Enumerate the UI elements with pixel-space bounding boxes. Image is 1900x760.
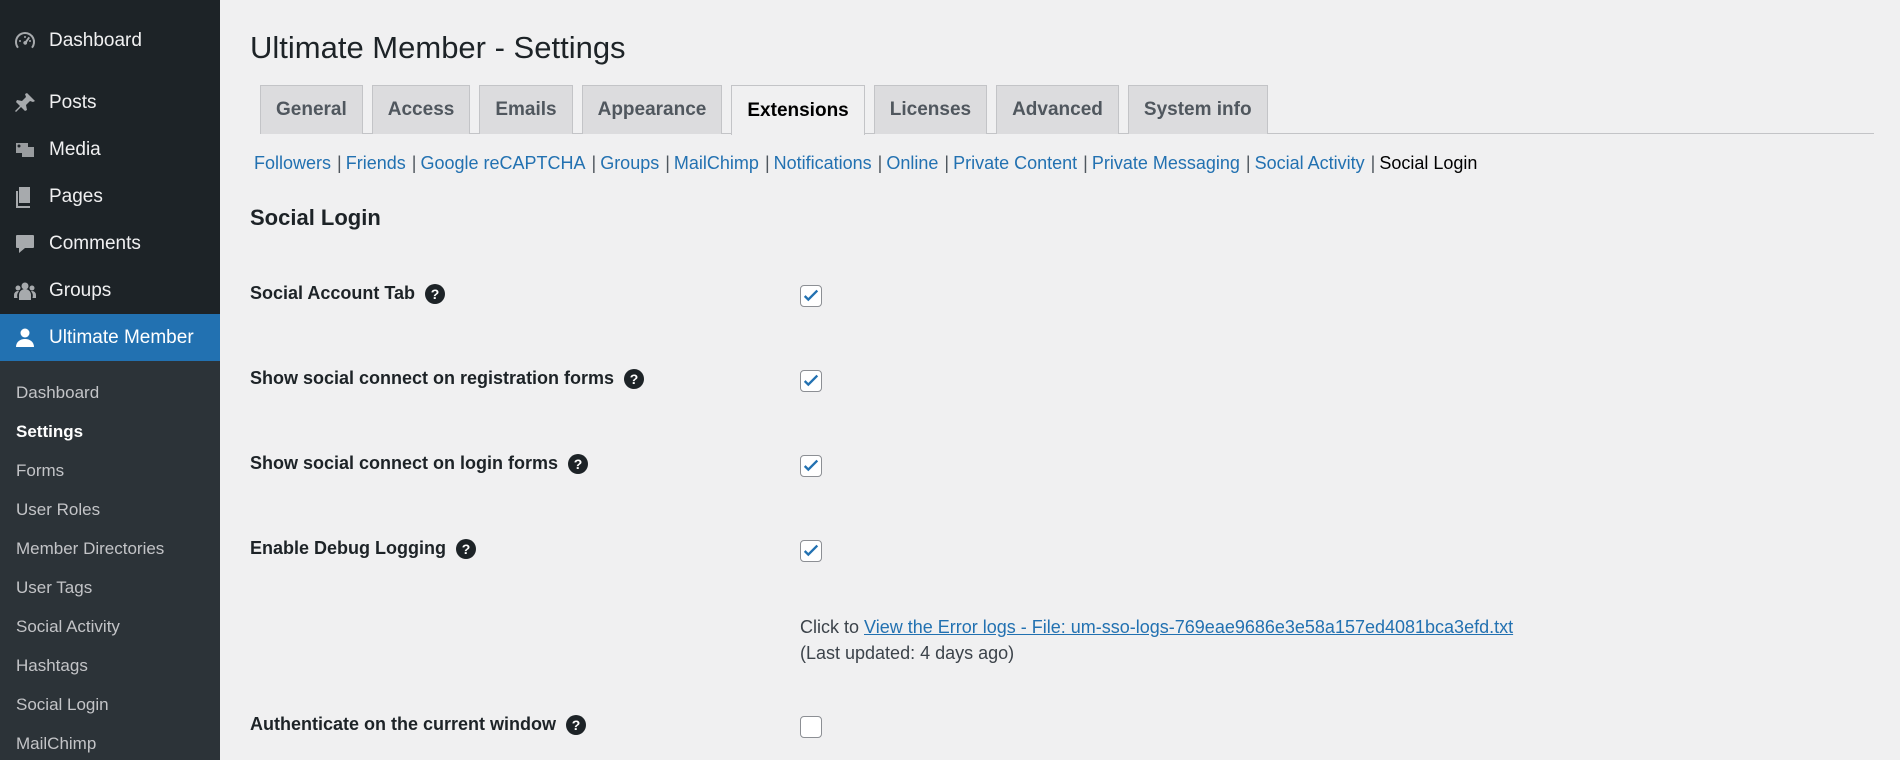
tab-extensions[interactable]: Extensions (731, 85, 865, 135)
pin-icon (12, 90, 38, 116)
menu-item-media[interactable]: Media (0, 126, 220, 173)
check-icon (803, 289, 819, 302)
login-forms-checkbox[interactable] (800, 455, 822, 477)
submenu-social-activity[interactable]: Social Activity (0, 607, 220, 646)
subnav-friends[interactable]: Friends (346, 153, 406, 174)
dashboard-icon (12, 28, 38, 54)
field-label: Show social connect on login forms ? (250, 453, 589, 474)
log-updated: (Last updated: 4 days ago) (800, 643, 1015, 663)
settings-tabs: General Access Emails Appearance Extensi… (260, 85, 1874, 135)
submenu-user-roles[interactable]: User Roles (0, 490, 220, 529)
subnav-separator: | (591, 153, 597, 173)
submenu-user-tags[interactable]: User Tags (0, 568, 220, 607)
tab-access[interactable]: Access (371, 85, 471, 134)
check-icon (803, 544, 819, 557)
submenu-member-directories[interactable]: Member Directories (0, 529, 220, 568)
submenu-forms[interactable]: Forms (0, 451, 220, 490)
social-account-tab-checkbox[interactable] (800, 285, 822, 307)
subnav-separator: | (764, 153, 770, 173)
user-icon (12, 325, 38, 351)
ultimate-member-submenu: Dashboard Settings Forms User Roles Memb… (0, 361, 220, 760)
debug-log-info: Click to View the Error logs - File: um-… (800, 614, 1513, 666)
debug-logging-checkbox[interactable] (800, 540, 822, 562)
registration-forms-checkbox[interactable] (800, 370, 822, 392)
subnav-private-content[interactable]: Private Content (953, 153, 1077, 174)
subnav-google-recaptcha[interactable]: Google reCAPTCHA (420, 153, 585, 174)
menu-label: Ultimate Member (49, 326, 194, 348)
subnav-separator: | (1370, 153, 1376, 173)
field-label: Enable Debug Logging ? (250, 538, 476, 559)
subnav-mailchimp[interactable]: MailChimp (674, 153, 759, 174)
field-label-text: Social Account Tab (250, 283, 416, 303)
menu-item-posts[interactable]: Posts (0, 79, 220, 126)
subnav-groups[interactable]: Groups (600, 153, 659, 174)
subnav-followers[interactable]: Followers (254, 153, 331, 174)
subnav-separator: | (411, 153, 417, 173)
subnav-social-activity[interactable]: Social Activity (1255, 153, 1365, 174)
admin-sidebar: Dashboard Posts Media Pages Comments Gro… (0, 0, 220, 760)
subnav-notifications[interactable]: Notifications (774, 153, 872, 174)
menu-item-pages[interactable]: Pages (0, 173, 220, 220)
field-label-text: Show social connect on registration form… (250, 368, 615, 388)
subnav-separator: | (877, 153, 883, 173)
field-label: Show social connect on registration form… (250, 368, 645, 389)
page-title: Ultimate Member - Settings (250, 30, 626, 65)
groups-icon (12, 278, 38, 304)
menu-label: Comments (49, 232, 141, 254)
submenu-mailchimp[interactable]: MailChimp (0, 724, 220, 760)
main-content: Ultimate Member - Settings General Acces… (250, 0, 1900, 760)
menu-label: Media (49, 138, 101, 160)
submenu-dashboard[interactable]: Dashboard (0, 373, 220, 412)
subnav-online[interactable]: Online (886, 153, 938, 174)
help-icon[interactable]: ? (566, 714, 587, 735)
help-icon[interactable]: ? (624, 368, 645, 389)
field-label-text: Show social connect on login forms (250, 453, 559, 473)
pages-icon (12, 184, 38, 210)
field-label-text: Authenticate on the current window (250, 714, 557, 734)
menu-item-dashboard[interactable]: Dashboard (0, 17, 220, 64)
menu-label: Posts (49, 91, 97, 113)
tab-advanced[interactable]: Advanced (996, 85, 1119, 134)
menu-label: Dashboard (49, 29, 142, 51)
authenticate-window-checkbox[interactable] (800, 716, 822, 738)
check-icon (803, 459, 819, 472)
comment-icon (12, 231, 38, 257)
tab-appearance[interactable]: Appearance (581, 85, 723, 134)
subnav-private-messaging[interactable]: Private Messaging (1092, 153, 1240, 174)
tab-general[interactable]: General (260, 85, 363, 134)
field-label: Social Account Tab ? (250, 283, 446, 304)
help-icon[interactable]: ? (568, 453, 589, 474)
log-prefix: Click to (800, 617, 865, 637)
field-label: Authenticate on the current window ? (250, 714, 587, 735)
help-icon[interactable]: ? (425, 283, 446, 304)
menu-item-groups[interactable]: Groups (0, 267, 220, 314)
menu-item-ultimate-member[interactable]: Ultimate Member (0, 314, 220, 361)
subnav-separator: | (665, 153, 670, 173)
extension-subnav: Followers | Friends | Google reCAPTCHA |… (254, 153, 1477, 174)
submenu-settings[interactable]: Settings (0, 412, 220, 451)
help-icon[interactable]: ? (456, 538, 476, 559)
subnav-separator: | (337, 153, 342, 173)
field-label-text: Enable Debug Logging (250, 538, 446, 558)
tab-licenses[interactable]: Licenses (873, 85, 988, 134)
tab-emails[interactable]: Emails (479, 85, 573, 134)
subnav-separator: | (1083, 153, 1088, 173)
tab-system-info[interactable]: System info (1127, 85, 1268, 134)
subnav-separator: | (944, 153, 950, 173)
media-icon (12, 137, 38, 163)
menu-label: Pages (49, 185, 103, 207)
submenu-social-login[interactable]: Social Login (0, 685, 220, 724)
check-icon (803, 374, 819, 387)
subnav-separator: | (1245, 153, 1251, 173)
menu-item-comments[interactable]: Comments (0, 220, 220, 267)
error-log-link[interactable]: View the Error logs - File: um-sso-logs-… (864, 617, 1513, 637)
section-title: Social Login (250, 205, 381, 230)
submenu-hashtags[interactable]: Hashtags (0, 646, 220, 685)
menu-label: Groups (49, 279, 112, 301)
subnav-social-login[interactable]: Social Login (1379, 153, 1477, 174)
